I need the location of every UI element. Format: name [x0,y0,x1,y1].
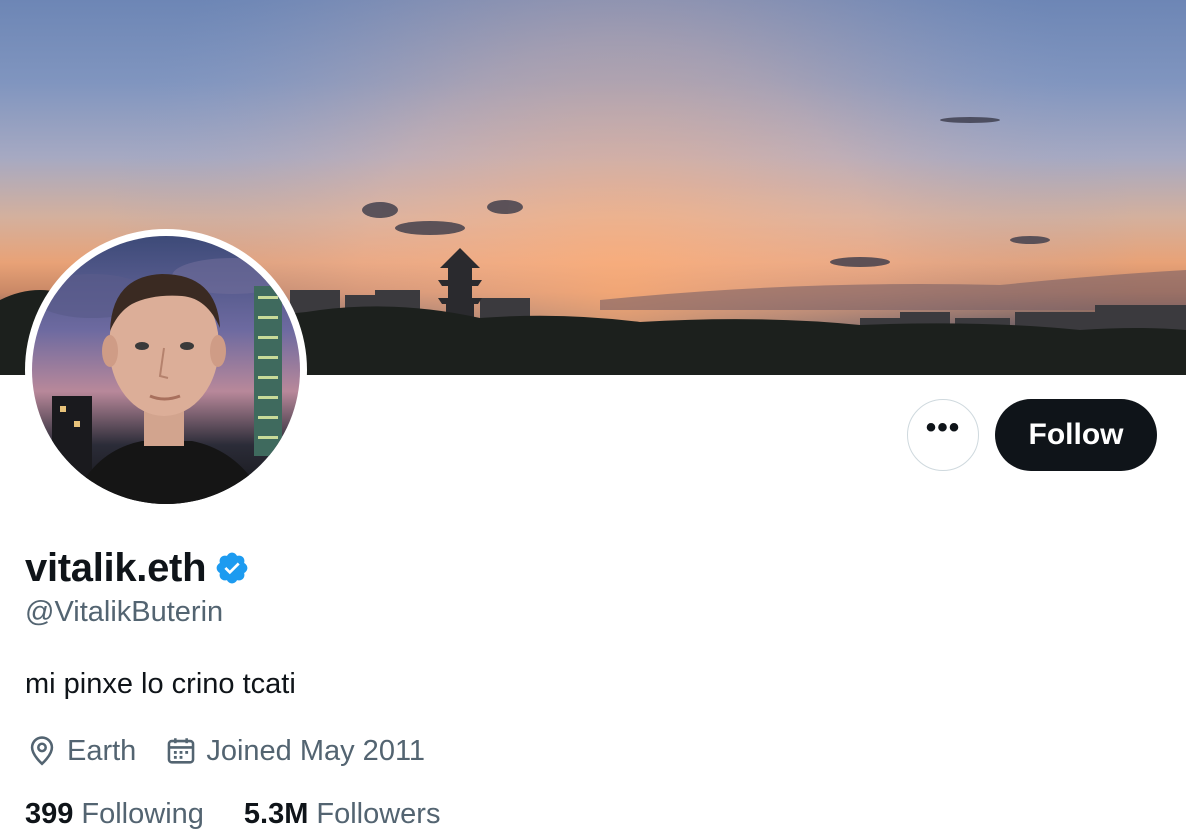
followers-count: 5.3M [243,797,309,830]
following-link[interactable]: 399 Following [25,798,204,831]
location-text: Earth [67,734,137,767]
location-pin-icon [25,734,59,768]
more-options-button[interactable]: ••• [907,399,979,471]
display-name: vitalik.eth [25,545,207,590]
profile-page: ••• Follow vitalik.eth @VitalikButerin m… [0,0,1186,836]
avatar-portrait-illustration [32,258,292,504]
verified-badge-icon[interactable] [214,550,250,586]
profile-avatar[interactable] [25,229,307,511]
followers-link[interactable]: 5.3M Followers [244,798,441,831]
avatar-photo [32,236,300,504]
more-dots-icon: ••• [925,411,961,444]
following-label: Following [81,797,204,830]
joined-date-text: Joined May 2011 [206,734,426,767]
followers-label: Followers [316,797,441,830]
follow-stats: 399 Following 5.3M Followers [25,795,480,833]
follow-button[interactable]: Follow [995,399,1157,471]
joined-item: Joined May 2011 [164,734,425,768]
profile-bio: mi pinxe lo crino tcati [25,668,296,700]
display-name-row: vitalik.eth [25,540,250,596]
following-count: 399 [25,797,74,830]
calendar-icon [164,734,198,768]
location-item: Earth [25,734,136,768]
profile-meta: Earth Joined May 2011 [25,731,453,771]
user-handle: @VitalikButerin [25,596,224,628]
